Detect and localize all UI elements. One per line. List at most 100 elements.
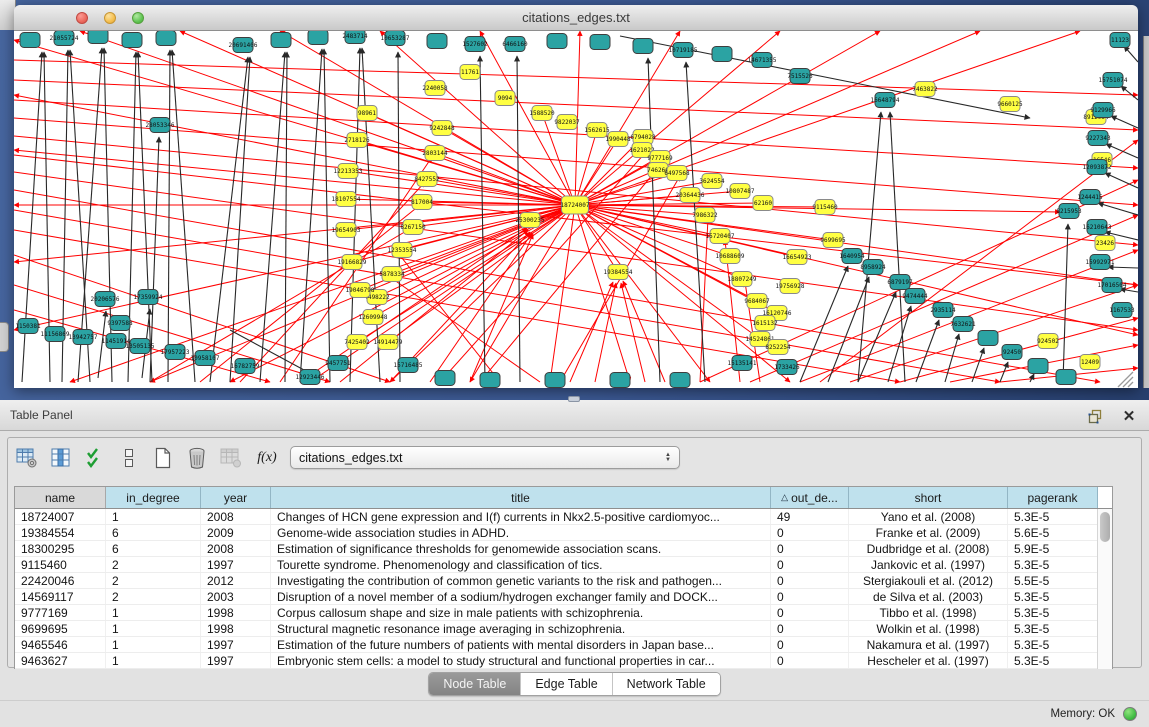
network-node[interactable]: 14914479 [374, 335, 403, 350]
network-node[interactable] [978, 331, 998, 346]
network-node[interactable] [590, 35, 610, 50]
network-canvas[interactable]: 2105572420691406248371410653287152760264… [14, 31, 1138, 388]
network-edge[interactable] [128, 52, 136, 382]
network-node[interactable]: 1588520 [529, 106, 555, 121]
network-node[interactable]: 20364436 [676, 188, 705, 203]
column-visibility-icon[interactable] [46, 444, 76, 472]
network-node[interactable] [271, 33, 291, 48]
network-edge[interactable] [480, 56, 485, 382]
zoom-window-icon[interactable] [132, 12, 144, 24]
network-edge[interactable] [470, 234, 533, 382]
network-node[interactable]: 7463822 [912, 82, 938, 97]
network-edge[interactable] [575, 205, 1138, 285]
network-node[interactable]: 11156869 [41, 327, 70, 342]
network-node[interactable]: 12353554 [388, 243, 417, 258]
table-row[interactable]: 1456911722003Disruption of a novel membe… [15, 589, 1112, 605]
network-node[interactable]: 9684067 [744, 294, 770, 309]
column-header-pagerank[interactable]: pagerank [1008, 487, 1098, 508]
network-node[interactable]: 6466160 [502, 37, 528, 52]
network-edge[interactable] [14, 95, 575, 205]
network-edge[interactable] [430, 233, 532, 382]
network-edge[interactable] [14, 40, 575, 205]
float-window-icon[interactable] [1085, 406, 1105, 426]
network-edge[interactable] [352, 205, 575, 262]
table-row[interactable]: 977716911998Corpus callosum shape and si… [15, 605, 1112, 621]
network-node[interactable]: 8427552 [414, 172, 440, 187]
select-mode-icon[interactable] [80, 444, 110, 472]
network-node[interactable] [545, 373, 565, 388]
network-node[interactable]: 924502 [1037, 334, 1059, 349]
column-header-year[interactable]: year [201, 487, 271, 508]
network-node[interactable]: 3624554 [699, 174, 725, 189]
network-edge[interactable] [180, 31, 575, 205]
network-node[interactable]: 2240058 [422, 81, 448, 96]
network-node[interactable] [670, 373, 690, 388]
network-edge[interactable] [890, 112, 905, 382]
network-node[interactable]: 21055724 [50, 31, 79, 46]
column-header-title[interactable]: title [271, 487, 771, 508]
network-node[interactable] [610, 373, 630, 388]
splitter-handle[interactable] [568, 396, 580, 402]
network-edge[interactable] [350, 48, 360, 382]
network-node[interactable]: 1990448 [605, 132, 631, 147]
table-row[interactable]: 911546021997Tourette syndrome. Phenomeno… [15, 557, 1112, 573]
network-node[interactable]: 18807249 [728, 272, 757, 287]
table-row[interactable]: 2242004622012Investigating the contribut… [15, 573, 1112, 589]
resize-grip-icon[interactable] [1118, 372, 1133, 387]
network-node[interactable]: 11123 [1110, 33, 1130, 48]
close-panel-icon[interactable]: ✕ [1119, 406, 1139, 426]
network-node[interactable]: 10807487 [726, 184, 755, 199]
table-row[interactable]: 1938455462009Genome-wide association stu… [15, 525, 1112, 541]
table-row[interactable]: 969969511998Structural magnetic resonanc… [15, 621, 1112, 637]
network-node[interactable]: 9660125 [997, 97, 1023, 112]
network-node[interactable]: 19756928 [776, 279, 805, 294]
table-select-dropdown[interactable]: citations_edges.txt ▲▼ [290, 446, 680, 469]
network-node[interactable] [633, 39, 653, 54]
network-node[interactable]: 23426 [1095, 236, 1115, 251]
network-edge[interactable] [14, 136, 1138, 245]
network-edge[interactable] [138, 52, 152, 382]
network-node[interactable]: 92450 [1002, 345, 1022, 360]
network-edge[interactable] [1108, 267, 1138, 268]
network-node[interactable] [156, 31, 176, 46]
network-node[interactable] [480, 373, 500, 388]
network-edge[interactable] [14, 150, 575, 205]
network-edge[interactable] [1124, 46, 1138, 62]
network-node[interactable]: 1615132 [752, 316, 778, 331]
network-node[interactable]: 18724007 [561, 196, 590, 214]
network-node[interactable]: 12213353 [334, 164, 363, 179]
scrollbar-thumb[interactable] [1100, 512, 1110, 542]
network-node[interactable]: 17359924 [134, 290, 163, 305]
network-node[interactable]: 15751074 [1099, 73, 1128, 88]
network-edge[interactable] [575, 205, 630, 382]
tab-network-table[interactable]: Network Table [613, 673, 720, 695]
table-row[interactable]: 946362711997Embryonic stem cells: a mode… [15, 653, 1112, 669]
column-header-out_de[interactable]: △out_de... [771, 487, 849, 508]
tab-edge-table[interactable]: Edge Table [521, 673, 612, 695]
network-node[interactable] [308, 31, 328, 45]
network-node[interactable]: 25300235 [516, 213, 545, 228]
column-header-short[interactable]: short [849, 487, 1008, 508]
network-node[interactable]: 1527602 [462, 37, 488, 52]
column-header-in_degree[interactable]: in_degree [106, 487, 201, 508]
network-node[interactable]: 8215953 [1056, 204, 1082, 219]
network-node[interactable]: 6879197 [887, 275, 913, 290]
network-node[interactable]: 1167533 [1109, 303, 1135, 318]
network-node[interactable]: 17957223 [161, 345, 190, 360]
network-node[interactable]: 7632621 [950, 317, 976, 332]
network-node[interactable]: 9822037 [554, 115, 580, 130]
network-node[interactable]: 2935114 [930, 303, 956, 318]
network-node[interactable]: 9457751 [325, 356, 351, 371]
network-node[interactable]: 8252254 [765, 340, 791, 355]
network-node[interactable]: 13942757 [69, 330, 98, 345]
network-node[interactable]: 19654903 [332, 223, 361, 238]
network-node[interactable] [435, 371, 455, 386]
network-edge[interactable] [1111, 116, 1138, 128]
network-edge[interactable] [104, 48, 112, 382]
network-node[interactable] [1028, 359, 1048, 374]
network-edge[interactable] [14, 118, 1138, 205]
delete-table-icon[interactable] [182, 444, 212, 472]
network-edge[interactable] [150, 230, 408, 382]
network-node[interactable]: 62160 [753, 196, 773, 211]
close-window-icon[interactable] [76, 12, 88, 24]
